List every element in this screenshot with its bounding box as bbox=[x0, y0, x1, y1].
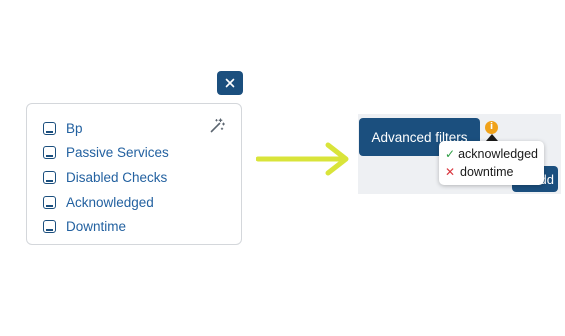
magic-wand-icon[interactable] bbox=[209, 118, 225, 134]
check-icon: ✓ bbox=[445, 147, 456, 161]
filter-option-downtime[interactable]: Downtime bbox=[43, 216, 126, 236]
filter-option-label: Passive Services bbox=[66, 144, 169, 160]
tooltip-row-acknowledged: ✓ acknowledged bbox=[445, 145, 538, 163]
filter-checkbox[interactable] bbox=[43, 195, 56, 209]
filter-option-disabled-checks[interactable]: Disabled Checks bbox=[43, 167, 167, 187]
filter-option-label: Downtime bbox=[66, 218, 127, 234]
info-icon[interactable]: i bbox=[485, 121, 498, 134]
tooltip-text: acknowledged bbox=[458, 147, 538, 161]
filter-checkbox[interactable] bbox=[43, 170, 56, 184]
filter-option-list: Bp Passive Services Disabled Checks Ackn… bbox=[26, 103, 242, 245]
filter-option-label: Acknowledged bbox=[66, 194, 154, 210]
close-button[interactable] bbox=[217, 71, 243, 95]
filter-option-bp[interactable]: Bp bbox=[43, 118, 83, 138]
close-icon bbox=[225, 78, 235, 88]
tooltip-caret bbox=[486, 134, 498, 141]
filter-option-label: Disabled Checks bbox=[66, 169, 168, 185]
tooltip-row-downtime: ✕ downtime bbox=[445, 163, 538, 181]
filter-checkbox[interactable] bbox=[43, 121, 56, 135]
filter-option-label: Bp bbox=[66, 120, 83, 136]
cross-icon: ✕ bbox=[445, 165, 456, 179]
filter-option-passive-services[interactable]: Passive Services bbox=[43, 142, 169, 162]
active-filters-tooltip: ✓ acknowledged ✕ downtime bbox=[439, 141, 544, 185]
filter-option-acknowledged[interactable]: Acknowledged bbox=[43, 192, 154, 212]
filter-checkbox[interactable] bbox=[43, 219, 56, 233]
filter-checkbox[interactable] bbox=[43, 145, 56, 159]
tooltip-text: downtime bbox=[460, 165, 514, 179]
pointer-arrow-icon bbox=[256, 142, 349, 176]
